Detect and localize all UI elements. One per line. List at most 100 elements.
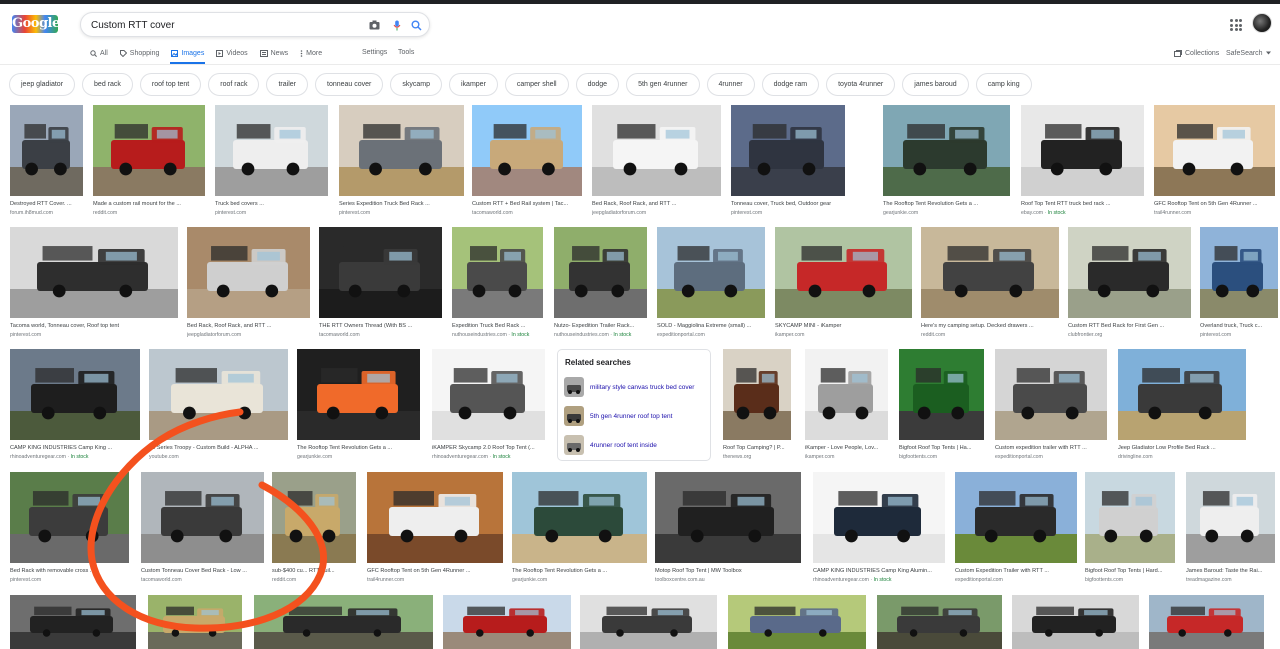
- result-title[interactable]: CAMP KING INDUSTRIES Camp King ...: [10, 445, 140, 451]
- image-result[interactable]: Destroyed RTT Cover. ... forum.ih8mud.com: [10, 105, 83, 216]
- chip-roof-top-tent[interactable]: roof top tent: [139, 73, 202, 96]
- result-thumbnail[interactable]: [512, 472, 647, 563]
- result-title[interactable]: Nutzo- Expedition Trailer Rack...: [554, 323, 647, 329]
- result-title[interactable]: Bigfoot Roof Top Tents | Hard...: [1085, 568, 1175, 574]
- result-title[interactable]: SKYCAMP MINI - iKamper: [775, 323, 912, 329]
- chip-skycamp[interactable]: skycamp: [390, 73, 442, 96]
- result-thumbnail[interactable]: [187, 227, 310, 318]
- image-result[interactable]: 78 Series Troopy - Custom Build - ALPHA …: [149, 349, 288, 460]
- tools-link[interactable]: Tools: [398, 46, 414, 60]
- result-thumbnail[interactable]: [655, 472, 801, 563]
- tab-shopping[interactable]: Shopping: [119, 46, 159, 60]
- result-thumbnail[interactable]: [10, 105, 83, 196]
- image-result[interactable]: Truck bed covers ... pinterest.com: [215, 105, 328, 216]
- result-thumbnail[interactable]: [472, 105, 582, 196]
- collections-link[interactable]: Collections: [1174, 46, 1219, 60]
- result-thumbnail[interactable]: [443, 595, 571, 649]
- image-result[interactable]: SOLD - Maggiolina Extreme (small) ... exp…: [657, 227, 765, 338]
- result-thumbnail[interactable]: [452, 227, 543, 318]
- result-thumbnail[interactable]: [339, 105, 464, 196]
- image-result[interactable]: sub-$400 cu... RTT buil... reddit.com: [272, 472, 356, 583]
- result-thumbnail[interactable]: [148, 595, 242, 649]
- image-result[interactable]: The Rooftop Tent Revolution Gets a ... ge…: [883, 105, 1010, 216]
- result-thumbnail[interactable]: [93, 105, 205, 196]
- result-thumbnail[interactable]: [1200, 227, 1278, 318]
- chip-4runner[interactable]: 4runner: [706, 73, 755, 96]
- chip-roof-rack[interactable]: roof rack: [208, 73, 260, 96]
- result-title[interactable]: Bed Rack with removable cross ...: [10, 568, 129, 574]
- image-result[interactable]: Tonneau cover, Truck bed, Outdoor gear pi…: [731, 105, 845, 216]
- image-result[interactable]: James Baroud: Taste the Rai... treadmagaz…: [1186, 472, 1275, 583]
- image-result[interactable]: [728, 595, 866, 649]
- result-thumbnail[interactable]: [723, 349, 791, 440]
- image-result[interactable]: Nutzo- Expedition Trailer Rack... nuthous…: [554, 227, 647, 338]
- image-result[interactable]: iKamper - Love People, Lov... ikamper.com: [805, 349, 888, 460]
- result-title[interactable]: Truck bed covers ...: [215, 201, 328, 207]
- chip-toyota-4runner[interactable]: toyota 4runner: [826, 73, 896, 96]
- result-thumbnail[interactable]: [367, 472, 503, 563]
- result-title[interactable]: GFC Rooftop Tent on 5th Gen 4Runner ...: [367, 568, 503, 574]
- image-result[interactable]: [10, 595, 136, 649]
- result-thumbnail[interactable]: [657, 227, 765, 318]
- result-thumbnail[interactable]: [731, 105, 845, 196]
- tab-all[interactable]: All: [90, 46, 108, 60]
- result-title[interactable]: The Rooftop Tent Revolution Gets a ...: [512, 568, 647, 574]
- image-result[interactable]: [148, 595, 242, 649]
- image-result[interactable]: Bed Rack, Roof Rack, and RTT ... jeepglad…: [592, 105, 721, 216]
- image-result[interactable]: Bigfoot Roof Top Tents | Ha... bigfootten…: [899, 349, 984, 460]
- image-result[interactable]: [254, 595, 433, 649]
- result-thumbnail[interactable]: [1186, 472, 1275, 563]
- result-title[interactable]: Custom Expedition Trailer with RTT ...: [955, 568, 1077, 574]
- safesearch-menu[interactable]: SafeSearch: [1226, 46, 1271, 60]
- image-result[interactable]: CAMP KING INDUSTRIES Camp King Alumin...…: [813, 472, 945, 583]
- image-result[interactable]: Tacoma world, Tonneau cover, Roof top te…: [10, 227, 178, 338]
- result-title[interactable]: James Baroud: Taste the Rai...: [1186, 568, 1275, 574]
- search-icon[interactable]: [409, 18, 423, 32]
- related-search-item[interactable]: military style canvas truck bed cover: [564, 376, 708, 398]
- camera-icon[interactable]: [367, 18, 381, 32]
- result-title[interactable]: Here's my camping setup. Decked drawers …: [921, 323, 1059, 329]
- result-title[interactable]: Series Expedition Truck Bed Rack ...: [339, 201, 464, 207]
- result-thumbnail[interactable]: [921, 227, 1059, 318]
- result-title[interactable]: Jeep Gladiator Low Profile Bed Rack ...: [1118, 445, 1246, 451]
- result-title[interactable]: GFC Rooftop Tent on 5th Gen 4Runner ...: [1154, 201, 1275, 207]
- image-result[interactable]: GFC Rooftop Tent on 5th Gen 4Runner ... t…: [367, 472, 503, 583]
- image-result[interactable]: iKAMPER Skycamp 2.0 Roof Top Tent (... rh…: [432, 349, 545, 460]
- image-result[interactable]: Here's my camping setup. Decked drawers …: [921, 227, 1059, 338]
- result-title[interactable]: SOLD - Maggiolina Extreme (small) ...: [657, 323, 765, 329]
- result-thumbnail[interactable]: [775, 227, 912, 318]
- chip-tonneau-cover[interactable]: tonneau cover: [315, 73, 384, 96]
- result-thumbnail[interactable]: [319, 227, 442, 318]
- image-result[interactable]: Overland truck, Truck c... pinterest.com: [1200, 227, 1278, 338]
- image-result[interactable]: [580, 595, 717, 649]
- image-result[interactable]: Custom Tonneau Cover Bed Rack - Low ... t…: [141, 472, 264, 583]
- result-thumbnail[interactable]: [805, 349, 888, 440]
- image-result[interactable]: [443, 595, 571, 649]
- result-title[interactable]: Overland truck, Truck c...: [1200, 323, 1278, 329]
- image-result[interactable]: The Rooftop Tent Revolution Gets a ... ge…: [512, 472, 647, 583]
- result-title[interactable]: Made a custom rail mount for the ...: [93, 201, 205, 207]
- image-result[interactable]: CAMP KING INDUSTRIES Camp King ... rhinoa…: [10, 349, 140, 460]
- image-result[interactable]: Expedition Truck Bed Rack ... nuthouseind…: [452, 227, 543, 338]
- image-result[interactable]: SKYCAMP MINI - iKamper ikamper.com: [775, 227, 912, 338]
- search-box[interactable]: [80, 12, 430, 37]
- result-title[interactable]: Bed Rack, Roof Rack, and RTT ...: [592, 201, 721, 207]
- image-result[interactable]: Roof Top Camping? | P... thenews.org: [723, 349, 791, 460]
- result-title[interactable]: Custom Tonneau Cover Bed Rack - Low ...: [141, 568, 264, 574]
- chip-james-baroud[interactable]: james baroud: [902, 73, 969, 96]
- result-title[interactable]: Destroyed RTT Cover. ...: [10, 201, 83, 207]
- result-thumbnail[interactable]: [995, 349, 1107, 440]
- image-result[interactable]: The Rooftop Tent Revolution Gets a ... ge…: [297, 349, 420, 460]
- result-thumbnail[interactable]: [813, 472, 945, 563]
- image-result[interactable]: Series Expedition Truck Bed Rack ... pint…: [339, 105, 464, 216]
- result-title[interactable]: Motop Roof Top Tent | MW Toolbox: [655, 568, 801, 574]
- result-thumbnail[interactable]: [1118, 349, 1246, 440]
- image-result[interactable]: Roof Top Tent RTT truck bed rack ... ebay…: [1021, 105, 1144, 216]
- chip-jeep-gladiator[interactable]: jeep gladiator: [9, 73, 76, 96]
- result-title[interactable]: The Rooftop Tent Revolution Gets a ...: [883, 201, 1010, 207]
- mic-icon[interactable]: [390, 18, 404, 32]
- settings-link[interactable]: Settings: [362, 46, 387, 60]
- result-thumbnail[interactable]: [580, 595, 717, 649]
- tab-more[interactable]: More: [300, 46, 322, 60]
- image-result[interactable]: Custom Expedition Trailer with RTT ... ex…: [955, 472, 1077, 583]
